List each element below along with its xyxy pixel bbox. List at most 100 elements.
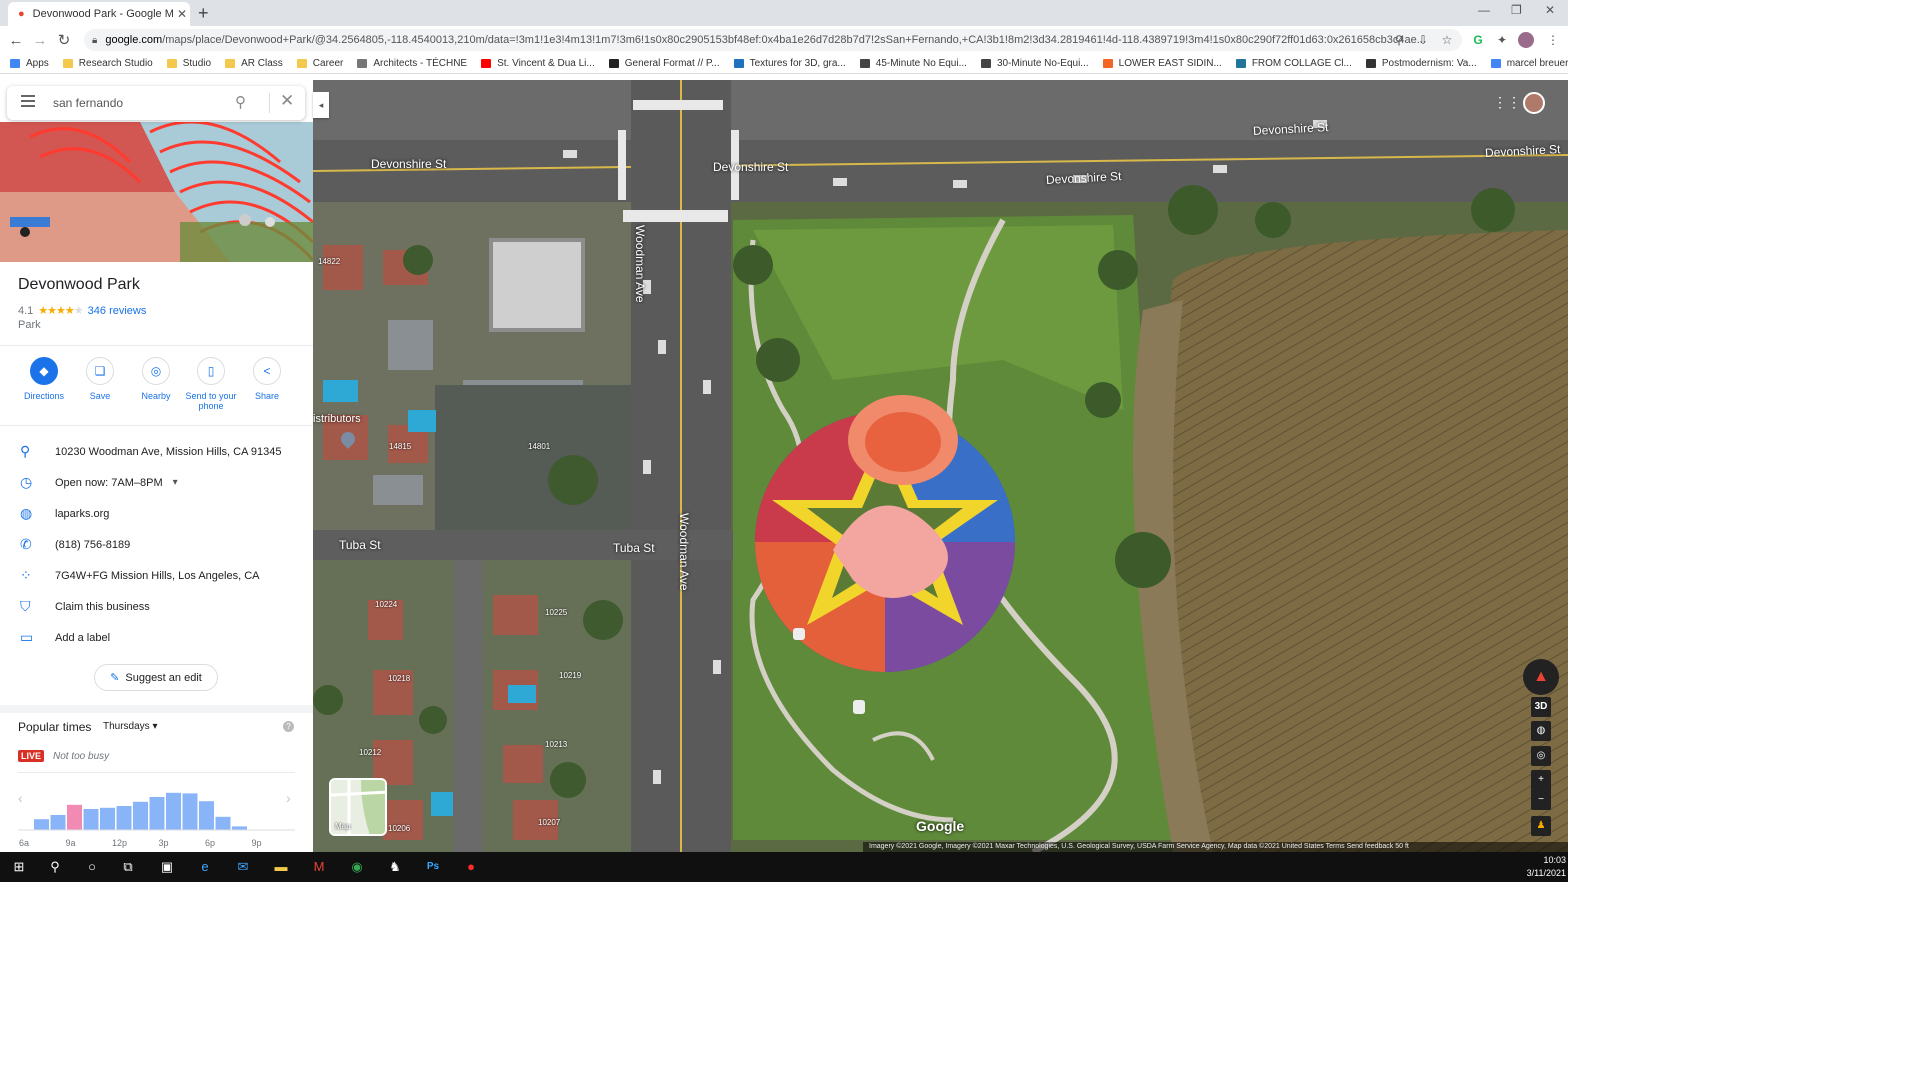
suggest-edit-button[interactable]: ✎ Suggest an edit <box>94 664 218 691</box>
chart-bar[interactable] <box>182 793 198 830</box>
gmail-icon[interactable]: M <box>310 859 328 875</box>
bookmark-item[interactable]: Postmodernism: Va... <box>1365 58 1477 69</box>
restore-icon[interactable]: ❐ <box>1511 3 1522 17</box>
bookmark-item[interactable]: Apps <box>10 58 49 69</box>
share-button[interactable]: < Share <box>239 357 295 401</box>
store-icon[interactable]: ▣ <box>158 859 176 875</box>
rhino-icon[interactable]: ♞ <box>386 859 404 875</box>
bookmark-item[interactable]: AR Class <box>225 58 283 69</box>
windows-start-icon[interactable]: ⊞ <box>10 859 28 875</box>
hours-row[interactable]: ◷ Open now: 7AM–8PM ▾ <box>0 467 313 498</box>
address-bar[interactable]: 🔒︎ google.com /maps/place/Devonwood+Park… <box>84 29 1462 51</box>
compass-control[interactable]: ▲ <box>1523 659 1559 695</box>
chart-bar[interactable] <box>83 809 99 830</box>
search-icon[interactable]: ⚲ <box>235 93 246 111</box>
mail-icon[interactable]: ✉ <box>234 859 252 875</box>
chart-bar[interactable] <box>232 826 247 830</box>
profile-avatar[interactable] <box>1518 32 1534 48</box>
bookmark-item[interactable]: marcel breuer build... <box>1490 58 1568 69</box>
bookmark-icon <box>225 59 236 68</box>
chart-bar[interactable] <box>67 804 82 830</box>
bookmark-item[interactable]: Career <box>296 58 343 69</box>
chevron-down-icon[interactable]: ▾ <box>173 477 178 488</box>
edge-icon[interactable]: e <box>196 859 214 875</box>
bookmark-item[interactable]: Studio <box>166 58 211 69</box>
claim-row[interactable]: ⛉ Claim this business <box>0 591 313 622</box>
system-clock[interactable]: 10:03 3/11/2021 <box>1510 854 1566 880</box>
bookmark-item[interactable]: Textures for 3D, gra... <box>733 58 846 69</box>
chrome-icon[interactable]: ◉ <box>348 859 366 875</box>
save-label: Save <box>89 391 111 401</box>
photoshop-icon[interactable]: Ps <box>424 859 442 875</box>
install-icon[interactable]: ⇩ <box>1415 32 1431 48</box>
chart-bar[interactable] <box>149 797 165 830</box>
bookmark-item[interactable]: 45-Minute No Equi... <box>859 58 967 69</box>
place-photo[interactable] <box>0 122 313 262</box>
account-avatar[interactable] <box>1523 92 1545 114</box>
label-row[interactable]: ▭ Add a label <box>0 622 313 653</box>
bookmark-item[interactable]: LOWER EAST SIDIN... <box>1102 58 1222 69</box>
menu-hamburger-icon[interactable] <box>21 95 35 109</box>
bookmark-item[interactable]: Architects - TÉCHNE <box>357 58 467 69</box>
day-dropdown[interactable]: Thursdays ▾ <box>103 721 158 732</box>
chart-bar[interactable] <box>116 806 132 830</box>
collapse-panel-button[interactable]: ◂ <box>313 92 329 118</box>
back-icon[interactable]: ← <box>4 32 28 49</box>
help-icon[interactable]: ? <box>283 721 294 732</box>
satellite-map[interactable]: Devonshire St Devonshire St Devonshire S… <box>313 80 1568 852</box>
recorder-icon[interactable]: ● <box>462 859 480 875</box>
place-type[interactable]: Park <box>18 319 41 331</box>
zoom-in-icon[interactable]: + <box>1531 770 1551 790</box>
bookmark-label: LOWER EAST SIDIN... <box>1118 58 1222 69</box>
bookmark-item[interactable]: St. Vincent & Dua Li... <box>481 58 595 69</box>
chart-bar[interactable] <box>50 815 66 830</box>
zoom-out-icon[interactable]: − <box>1531 790 1551 810</box>
save-button[interactable]: ❏ Save <box>72 357 128 401</box>
chart-bar[interactable] <box>100 807 115 830</box>
chart-bar[interactable] <box>215 816 231 830</box>
star-icon[interactable]: ☆ <box>1439 32 1455 48</box>
minimize-icon[interactable]: — <box>1478 3 1490 17</box>
bookmark-item[interactable]: 30-Minute No-Equi... <box>980 58 1089 69</box>
reviews-link[interactable]: 346 reviews <box>88 305 147 317</box>
plus-code-row[interactable]: ⁘ 7G4W+FG Mission Hills, Los Angeles, CA <box>0 560 313 591</box>
bookmark-item[interactable]: General Format // P... <box>608 58 720 69</box>
website-row[interactable]: ◍ laparks.org <box>0 498 313 529</box>
address-row[interactable]: ⚲ 10230 Woodman Ave, Mission Hills, CA 9… <box>0 436 313 467</box>
map-type-toggle[interactable]: Map <box>329 778 387 836</box>
bookmark-item[interactable]: Research Studio <box>62 58 153 69</box>
reload-icon[interactable]: ↻ <box>52 31 76 49</box>
street-view-pegman-icon[interactable]: ♟ <box>1531 816 1551 836</box>
grammarly-icon[interactable]: G <box>1470 32 1486 48</box>
nearby-button[interactable]: ◎ Nearby <box>128 357 184 401</box>
forward-icon[interactable]: → <box>28 32 52 49</box>
menu-icon[interactable]: ⋮ <box>1545 32 1561 48</box>
search-input[interactable] <box>53 94 223 112</box>
extensions-icon[interactable]: ✦ <box>1494 32 1510 48</box>
send-to-phone-button[interactable]: ▯ Send to your phone <box>183 357 239 411</box>
location-icon[interactable]: ⚲ <box>1391 32 1407 48</box>
globe-view-icon[interactable]: ◍ <box>1531 721 1551 741</box>
three-d-toggle[interactable]: 3D <box>1531 697 1551 717</box>
new-tab-button[interactable]: + <box>198 3 209 24</box>
apps-grid-icon[interactable]: ⋮⋮ <box>1493 94 1521 111</box>
my-location-icon[interactable]: ◎ <box>1531 746 1551 766</box>
chart-bar[interactable] <box>166 792 181 830</box>
file-explorer-icon[interactable]: ▬ <box>272 859 290 875</box>
chart-bar[interactable] <box>199 801 214 830</box>
star-filled-icon: ★ <box>56 305 66 317</box>
chart-bar[interactable] <box>133 801 148 830</box>
phone-row[interactable]: ✆ (818) 756-8189 <box>0 529 313 560</box>
close-icon[interactable]: ✕ <box>280 91 294 111</box>
bookmark-item[interactable]: FROM COLLAGE Cl... <box>1235 58 1352 69</box>
search-icon[interactable]: ⚲ <box>46 859 64 875</box>
chart-bar[interactable] <box>34 819 49 830</box>
browser-tab[interactable]: ● Devonwood Park - Google Maps ✕ <box>8 2 190 26</box>
cortana-icon[interactable]: ○ <box>83 859 101 875</box>
window-close-icon[interactable]: ✕ <box>1545 3 1555 17</box>
directions-button[interactable]: ◆ Directions <box>16 357 72 401</box>
star-rating: ★★★★★ <box>38 304 83 317</box>
task-view-icon[interactable]: ⧉ <box>119 859 137 875</box>
map-partial-label[interactable]: istributors <box>313 413 361 425</box>
tab-close-icon[interactable]: ✕ <box>174 7 190 21</box>
